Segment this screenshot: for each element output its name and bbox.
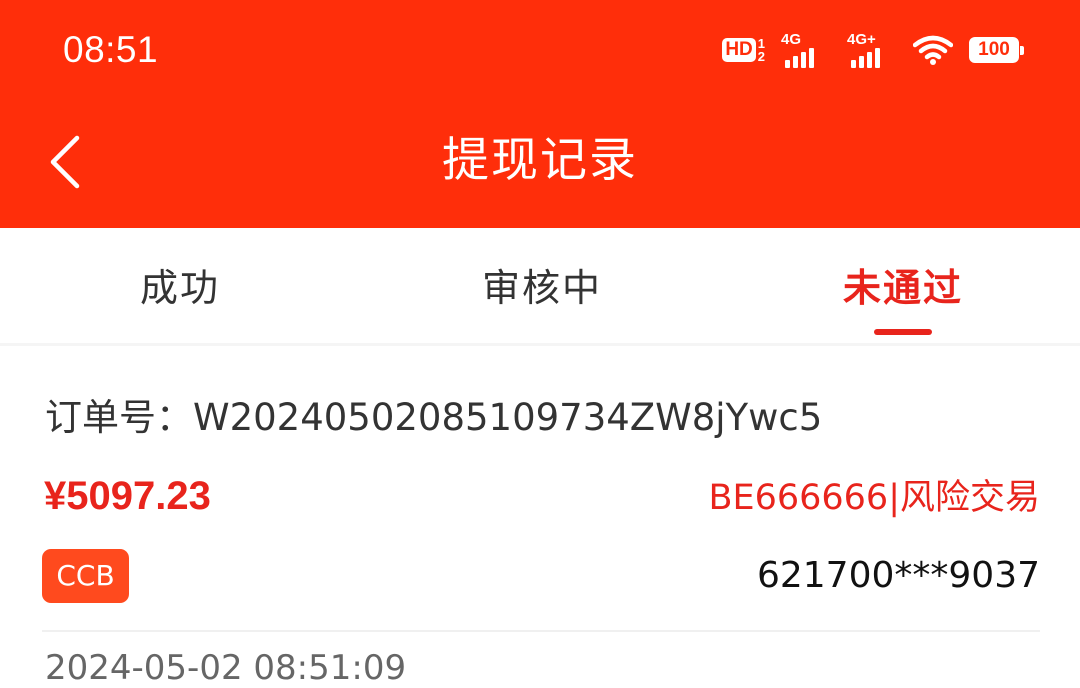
hd-label: HD xyxy=(722,38,756,62)
battery-level: 100 xyxy=(978,39,1010,60)
status-tabs: 成功 审核中 未通过 xyxy=(0,228,1080,344)
rejection-reason: BE666666|风险交易 xyxy=(708,478,1040,518)
withdrawal-amount: ¥5097.23 xyxy=(44,474,211,518)
order-number: W2024050208510973​4ZW8jYwc5 xyxy=(193,396,823,439)
tab-divider xyxy=(0,343,1080,346)
order-number-row: 订单号：W2024050208510973​4ZW8jYwc5 xyxy=(45,392,822,444)
tab-rejected[interactable]: 未通过 xyxy=(753,258,1053,318)
bank-badge: CCB xyxy=(42,549,129,603)
bank-card-number: 621700***9037 xyxy=(756,555,1040,596)
tab-success[interactable]: 成功 xyxy=(30,258,330,318)
hd-sim-numbers: 1 2 xyxy=(758,37,765,63)
hd-sim-bottom: 2 xyxy=(757,49,765,64)
hd-voice-icon: HD 1 2 xyxy=(722,37,765,63)
page-title: 提现记录 xyxy=(442,133,638,188)
status-time: 08:51 xyxy=(63,29,159,70)
signal-4g-plus-label: 4G+ xyxy=(847,31,876,48)
battery-icon: 100 xyxy=(969,37,1024,63)
app-header: 08:51 HD 1 2 4G 4G+ 100 提现记录 xyxy=(0,0,1080,228)
signal-4g-icon: 4G xyxy=(781,32,831,68)
signal-bars xyxy=(851,48,880,68)
order-number-label: 订单号： xyxy=(45,396,193,439)
signal-4g-plus-icon: 4G+ xyxy=(847,32,897,68)
status-icons: HD 1 2 4G 4G+ 100 xyxy=(722,28,1025,72)
active-tab-indicator xyxy=(874,329,932,335)
wifi-icon xyxy=(913,35,953,65)
record-timestamp: 2024-05-02 08:51:09 xyxy=(45,648,407,688)
tab-reviewing[interactable]: 审核中 xyxy=(392,258,692,318)
record-divider xyxy=(42,630,1040,632)
signal-bars xyxy=(785,48,814,68)
signal-4g-label: 4G xyxy=(781,31,802,48)
